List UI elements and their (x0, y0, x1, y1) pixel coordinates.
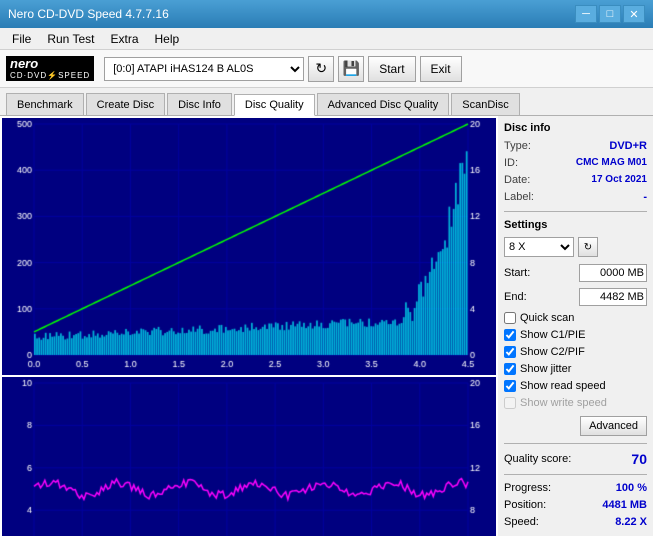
show-c2-label: Show C2/PIF (520, 346, 585, 358)
position-row: Position: 4481 MB (504, 499, 647, 511)
chart-area (0, 116, 498, 536)
progress-label: Progress: (504, 482, 551, 494)
main-content: PI Errors Average: 25.68 Maximum: 438 To… (0, 116, 653, 536)
tab-disc-info[interactable]: Disc Info (167, 93, 232, 115)
show-c1-row: Show C1/PIE (504, 329, 647, 341)
app-title: Nero CD-DVD Speed 4.7.7.16 (8, 7, 169, 21)
show-c1-checkbox[interactable] (504, 329, 516, 341)
nero-logo: nero CD·DVD⚡SPEED (6, 56, 94, 81)
charts-panel: PI Errors Average: 25.68 Maximum: 438 To… (0, 116, 498, 536)
start-input[interactable] (579, 264, 647, 282)
speed-display-row: Speed: 8.22 X (504, 516, 647, 528)
divider-1 (504, 211, 647, 212)
refresh-icon[interactable]: ↻ (308, 56, 334, 82)
end-input[interactable] (579, 288, 647, 306)
end-label: End: (504, 291, 527, 303)
save-icon[interactable]: 💾 (338, 56, 364, 82)
bottom-chart (2, 377, 496, 536)
show-read-speed-label: Show read speed (520, 380, 606, 392)
exit-button[interactable]: Exit (420, 56, 462, 82)
divider-3 (504, 474, 647, 475)
quality-score-label: Quality score: (504, 453, 571, 465)
speed-row: 8 X ↻ (504, 237, 647, 257)
tab-advanced-disc-quality[interactable]: Advanced Disc Quality (317, 93, 450, 115)
start-button[interactable]: Start (368, 56, 415, 82)
quick-scan-row: Quick scan (504, 312, 647, 324)
minimize-button[interactable]: ─ (575, 5, 597, 23)
menu-run-test[interactable]: Run Test (39, 30, 102, 48)
disc-label-value: - (643, 191, 647, 203)
progress-row: Progress: 100 % (504, 482, 647, 494)
disc-info-title: Disc info (504, 122, 647, 134)
show-c1-label: Show C1/PIE (520, 329, 585, 341)
window-controls: ─ □ ✕ (575, 5, 645, 23)
disc-label-row: Label: - (504, 191, 647, 203)
position-label: Position: (504, 499, 546, 511)
advanced-button[interactable]: Advanced (580, 416, 647, 436)
date-label: Date: (504, 174, 530, 186)
tab-create-disc[interactable]: Create Disc (86, 93, 165, 115)
quality-score-value: 70 (631, 451, 647, 467)
speed-label: Speed: (504, 516, 539, 528)
quick-scan-label: Quick scan (520, 312, 574, 324)
show-jitter-row: Show jitter (504, 363, 647, 375)
settings-title: Settings (504, 219, 647, 231)
tab-benchmark[interactable]: Benchmark (6, 93, 84, 115)
id-label: ID: (504, 157, 518, 169)
show-jitter-checkbox[interactable] (504, 363, 516, 375)
maximize-button[interactable]: □ (599, 5, 621, 23)
right-panel: Disc info Type: DVD+R ID: CMC MAG M01 Da… (498, 116, 653, 536)
date-value: 17 Oct 2021 (591, 174, 647, 186)
position-value: 4481 MB (602, 499, 647, 511)
tab-disc-quality[interactable]: Disc Quality (234, 94, 315, 116)
top-chart (2, 118, 496, 375)
quality-score-row: Quality score: 70 (504, 451, 647, 467)
title-bar: Nero CD-DVD Speed 4.7.7.16 ─ □ ✕ (0, 0, 653, 28)
tab-bar: Benchmark Create Disc Disc Info Disc Qua… (0, 88, 653, 116)
show-read-speed-row: Show read speed (504, 380, 647, 392)
show-jitter-label: Show jitter (520, 363, 571, 375)
show-write-speed-label: Show write speed (520, 397, 607, 409)
start-label: Start: (504, 267, 530, 279)
menu-extra[interactable]: Extra (102, 30, 146, 48)
id-value: CMC MAG M01 (576, 157, 647, 169)
start-row: Start: (504, 264, 647, 282)
progress-value: 100 % (616, 482, 647, 494)
menu-bar: File Run Test Extra Help (0, 28, 653, 50)
show-write-speed-row: Show write speed (504, 397, 647, 409)
menu-file[interactable]: File (4, 30, 39, 48)
end-row: End: (504, 288, 647, 306)
disc-date-row: Date: 17 Oct 2021 (504, 174, 647, 186)
disc-id-row: ID: CMC MAG M01 (504, 157, 647, 169)
speed-select[interactable]: 8 X (504, 237, 574, 257)
show-c2-row: Show C2/PIF (504, 346, 647, 358)
tab-scandisc[interactable]: ScanDisc (451, 93, 519, 115)
close-button[interactable]: ✕ (623, 5, 645, 23)
quick-scan-checkbox[interactable] (504, 312, 516, 324)
speed-value: 8.22 X (615, 516, 647, 528)
settings-refresh-icon[interactable]: ↻ (578, 237, 598, 257)
show-c2-checkbox[interactable] (504, 346, 516, 358)
disc-type-row: Type: DVD+R (504, 140, 647, 152)
show-read-speed-checkbox[interactable] (504, 380, 516, 392)
show-write-speed-checkbox[interactable] (504, 397, 516, 409)
type-label: Type: (504, 140, 531, 152)
divider-2 (504, 443, 647, 444)
type-value: DVD+R (609, 140, 647, 152)
toolbar: nero CD·DVD⚡SPEED [0:0] ATAPI iHAS124 B … (0, 50, 653, 88)
menu-help[interactable]: Help (147, 30, 188, 48)
disc-label-label: Label: (504, 191, 534, 203)
drive-select[interactable]: [0:0] ATAPI iHAS124 B AL0S (104, 57, 304, 81)
